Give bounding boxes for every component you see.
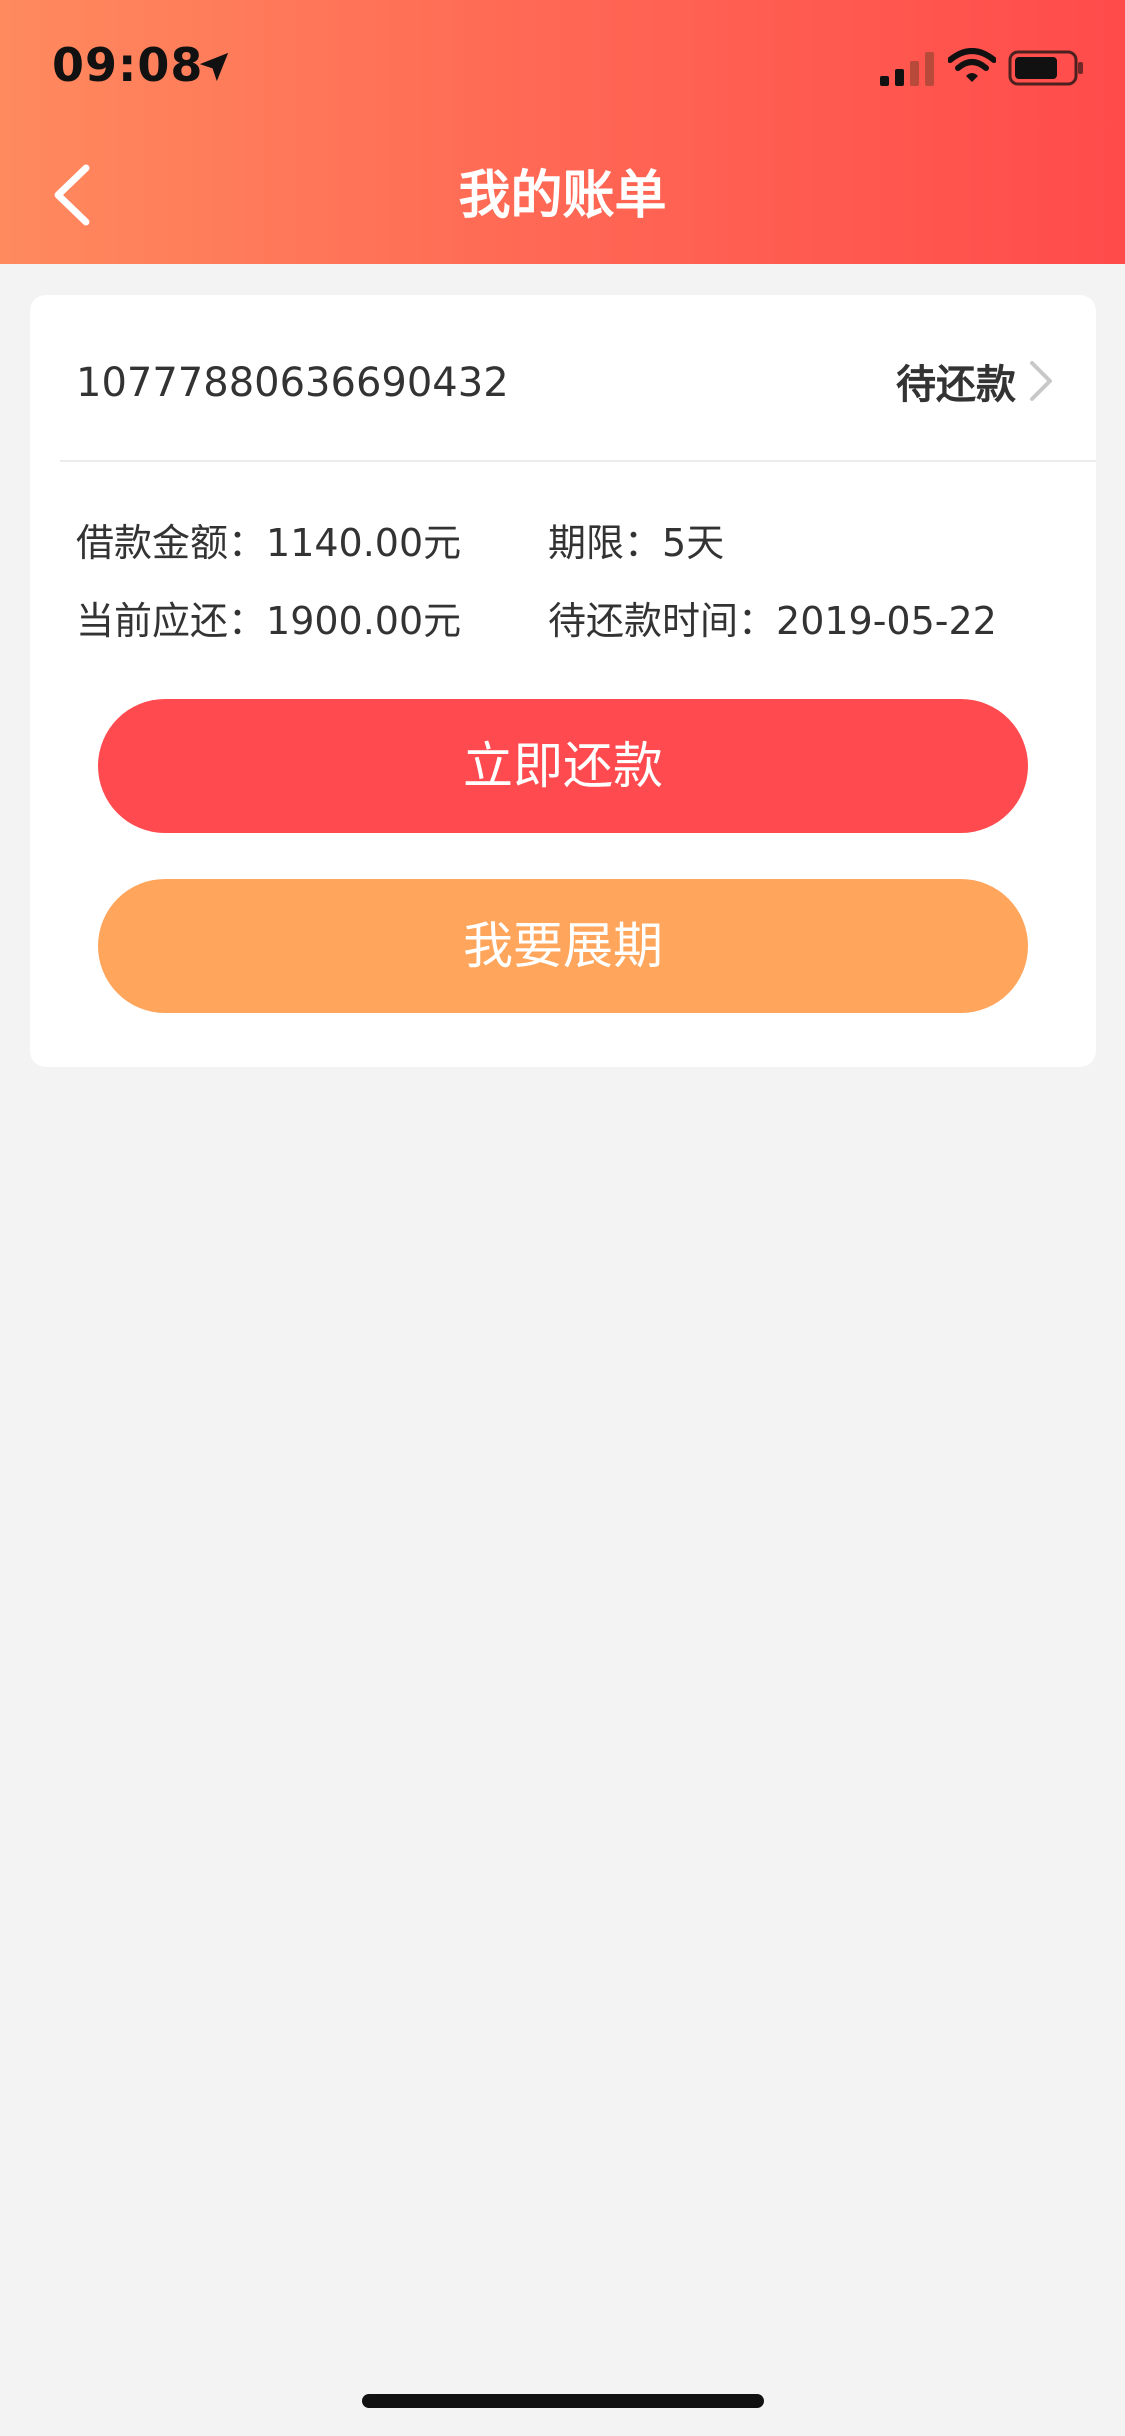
loan-amount-label: 借款金额： bbox=[76, 521, 267, 565]
current-due-label: 当前应还： bbox=[76, 599, 267, 643]
due-time: 待还款时间：2019-05-22 bbox=[548, 593, 997, 649]
wifi-icon bbox=[948, 48, 996, 82]
term-value: 5天 bbox=[662, 521, 725, 565]
chevron-right-icon bbox=[1030, 361, 1052, 401]
due-time-value: 2019-05-22 bbox=[776, 599, 997, 643]
loan-amount-value: 1140.00元 bbox=[266, 521, 462, 565]
loan-amount: 借款金额：1140.00元 bbox=[76, 515, 461, 571]
due-time-label: 待还款时间： bbox=[548, 599, 777, 643]
extend-button[interactable]: 我要展期 bbox=[98, 879, 1028, 1013]
term-label: 期限： bbox=[548, 521, 663, 565]
page-title: 我的账单 bbox=[458, 166, 667, 226]
location-arrow-icon bbox=[199, 52, 229, 82]
bill-status-label: 待还款 bbox=[896, 362, 1016, 408]
battery-icon bbox=[1008, 50, 1083, 86]
divider bbox=[60, 460, 1096, 462]
header-bar: 09:08 我的账单 bbox=[0, 0, 1125, 264]
home-indicator[interactable] bbox=[362, 2394, 764, 2408]
bill-number: 10777880636690432 bbox=[76, 360, 509, 406]
repay-now-button[interactable]: 立即还款 bbox=[98, 699, 1028, 833]
bill-status[interactable]: 待还款 bbox=[896, 351, 1056, 411]
cellular-signal-icon bbox=[880, 52, 934, 86]
current-due: 当前应还：1900.00元 bbox=[76, 593, 461, 649]
term: 期限：5天 bbox=[548, 515, 724, 571]
status-time: 09:08 bbox=[52, 38, 204, 92]
bill-card[interactable]: 10777880636690432 待还款 借款金额：1140.00元 期限：5… bbox=[30, 295, 1096, 1067]
current-due-value: 1900.00元 bbox=[266, 599, 462, 643]
